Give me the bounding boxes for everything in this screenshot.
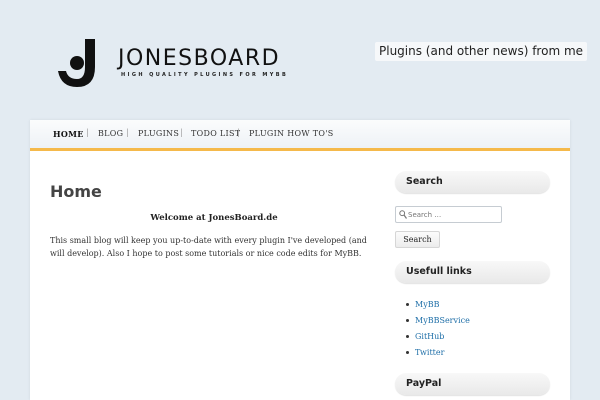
link-github[interactable]: GitHub (415, 332, 444, 341)
main-nav: HOME | BLOG | PLUGINS | TODO LIST | PLUG… (30, 120, 570, 151)
site-logo[interactable]: JONESBOARD HIGH QUALITY PLUGINS FOR MYBB (55, 37, 286, 89)
list-item: Twitter (402, 345, 470, 361)
search-icon (399, 210, 407, 219)
useful-links-list: MyBB MyBBService GitHub Twitter (402, 297, 470, 361)
nav-separator: | (126, 128, 129, 137)
nav-separator: | (86, 128, 89, 137)
logo-tagline: HIGH QUALITY PLUGINS FOR MYBB (121, 72, 289, 78)
site-tagline: Plugins (and other news) from me (375, 42, 588, 61)
nav-item-plugin-howtos[interactable]: PLUGIN HOW TO'S (249, 129, 333, 138)
nav-item-plugins[interactable]: PLUGINS (138, 129, 179, 138)
link-mybb[interactable]: MyBB (415, 300, 439, 309)
link-twitter[interactable]: Twitter (415, 348, 444, 357)
welcome-heading: Welcome at JonesBoard.de (150, 213, 278, 223)
search-input[interactable] (408, 208, 498, 221)
logo-wordmark: JONESBOARD (118, 46, 281, 71)
content-wrapper: HOME | BLOG | PLUGINS | TODO LIST | PLUG… (30, 120, 570, 400)
link-mybbservice[interactable]: MyBBService (415, 316, 470, 325)
page-title: Home (50, 182, 102, 201)
nav-separator: | (237, 128, 240, 137)
jonesboard-logo-icon (58, 39, 95, 87)
nav-item-todo-list[interactable]: TODO LIST (191, 129, 240, 138)
list-item: GitHub (402, 329, 470, 345)
paypal-widget-title: PayPal (395, 373, 550, 395)
intro-text: This small blog will keep you up-to-date… (50, 236, 367, 258)
nav-item-home[interactable]: HOME (53, 129, 84, 139)
nav-item-blog[interactable]: BLOG (98, 129, 123, 138)
list-item: MyBBService (402, 313, 470, 329)
search-field[interactable] (395, 206, 502, 223)
links-widget-title: Usefull links (395, 261, 550, 283)
nav-separator: | (180, 128, 183, 137)
list-item: MyBB (402, 297, 470, 313)
search-button[interactable]: Search (395, 231, 440, 248)
search-widget-title: Search (395, 171, 550, 193)
